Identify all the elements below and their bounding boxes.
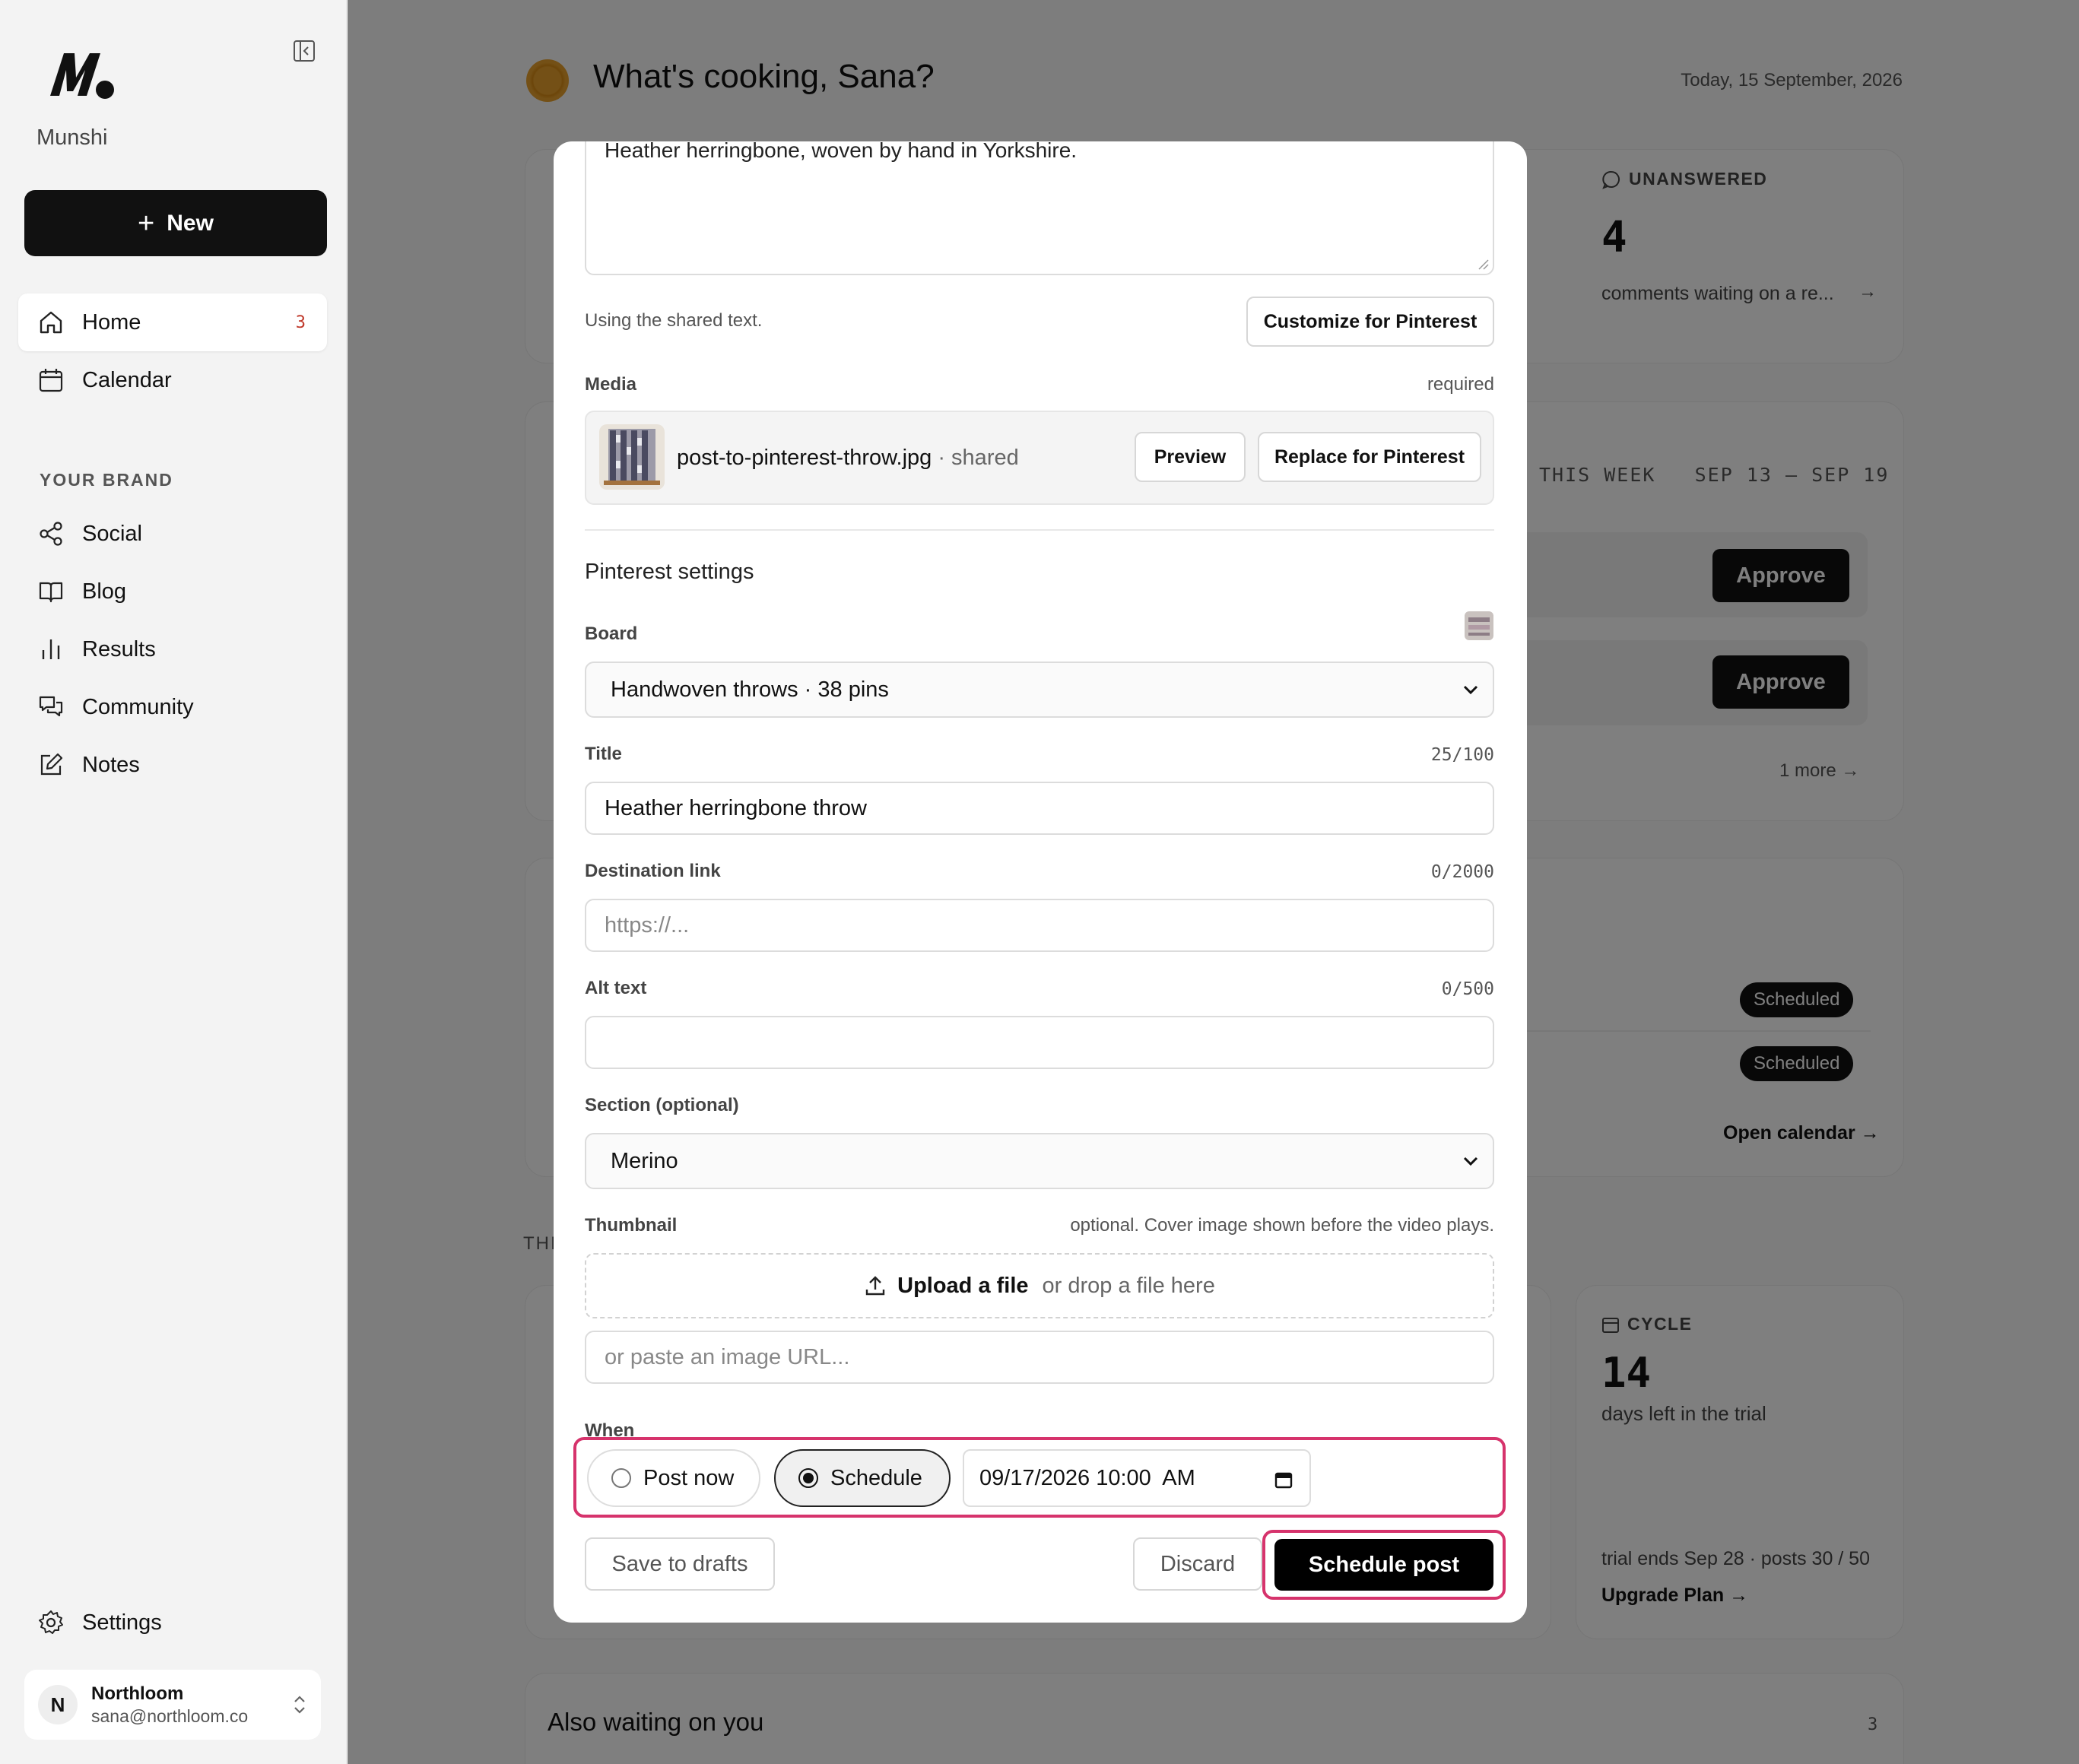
thumbnail-note: optional. Cover image shown before the v… <box>1070 1215 1494 1236</box>
sidebar-item-notes[interactable]: Notes <box>18 736 327 794</box>
sidebar-item-results[interactable]: Results <box>18 620 327 678</box>
sidebar-item-label: Social <box>82 521 142 546</box>
schedule-datetime-input[interactable]: 09/17/2026 10:00 AM <box>963 1449 1311 1507</box>
munshi-logo-icon <box>50 53 114 99</box>
avatar: N <box>38 1685 78 1724</box>
sidebar-item-calendar[interactable]: Calendar <box>18 351 327 409</box>
brand-name: Munshi <box>37 125 108 150</box>
home-icon <box>40 311 62 334</box>
board-selected-value: Handwoven throws · 38 pins <box>611 677 889 702</box>
sidebar-item-home[interactable]: Home 3 <box>18 293 327 351</box>
sidebar-item-label: Blog <box>82 579 127 604</box>
chevron-down-icon <box>1463 1156 1478 1166</box>
section-selected-value: Merino <box>611 1148 678 1173</box>
new-button-label: New <box>167 210 214 236</box>
chat-bubbles-icon <box>39 696 63 717</box>
title-input[interactable]: Heather herringbone throw <box>585 782 1494 835</box>
discard-button[interactable]: Discard <box>1133 1537 1262 1591</box>
calendar-icon <box>39 369 63 392</box>
destination-link-input[interactable]: https://... <box>585 899 1494 952</box>
sidebar-item-social[interactable]: Social <box>18 505 327 563</box>
media-label: Media <box>585 374 637 395</box>
divider <box>585 529 1494 531</box>
media-required-note: required <box>1427 374 1494 395</box>
sidebar-item-label: Calendar <box>82 367 172 392</box>
alt-text-input[interactable] <box>585 1016 1494 1069</box>
title-counter: 25/100 <box>1430 745 1494 765</box>
upload-file-link[interactable]: Upload a file <box>897 1274 1028 1299</box>
media-thumbnail <box>599 424 665 490</box>
sidebar-item-community[interactable]: Community <box>18 678 327 736</box>
share-icon <box>40 522 62 546</box>
sidebar: Munshi + New Home 3 Calendar YOUR BRAND … <box>0 0 347 1764</box>
pinterest-post-modal: Heather herringbone, woven by hand in Yo… <box>554 141 1527 1623</box>
plus-icon: + <box>138 207 155 240</box>
post-text-area[interactable]: Heather herringbone, woven by hand in Yo… <box>585 141 1494 275</box>
alt-text-label: Alt text <box>585 978 647 998</box>
media-shared-tag: · shared <box>938 446 1019 470</box>
account-switcher[interactable]: N Northloom sana@northloom.co <box>24 1670 321 1740</box>
preview-button[interactable]: Preview <box>1135 432 1246 482</box>
customize-for-pinterest-button[interactable]: Customize for Pinterest <box>1246 297 1494 347</box>
thumbnail-label: Thumbnail <box>585 1215 678 1236</box>
account-email: sana@northloom.co <box>91 1705 249 1726</box>
account-name: Northloom <box>91 1683 184 1704</box>
replace-for-pinterest-button[interactable]: Replace for Pinterest <box>1258 432 1481 482</box>
bar-chart-icon <box>42 639 60 659</box>
resize-handle-icon[interactable] <box>1478 259 1490 271</box>
upload-icon <box>865 1276 885 1296</box>
chevron-up-down-icon <box>294 1696 305 1714</box>
settings-label: Settings <box>82 1610 162 1635</box>
section-select[interactable]: Merino <box>585 1133 1494 1189</box>
edit-note-icon <box>40 753 63 776</box>
board-thumbnail-icon <box>1465 611 1493 640</box>
book-icon <box>39 582 63 603</box>
new-button[interactable]: + New <box>24 190 327 256</box>
sidebar-item-settings[interactable]: Settings <box>18 1594 327 1651</box>
post-now-radio[interactable]: Post now <box>587 1449 760 1507</box>
save-to-drafts-button[interactable]: Save to drafts <box>585 1537 775 1591</box>
destination-link-counter: 0/2000 <box>1430 862 1494 882</box>
sidebar-item-label: Community <box>82 694 194 719</box>
sidebar-collapse-icon[interactable] <box>293 40 316 62</box>
calendar-picker-icon[interactable] <box>1274 1471 1293 1489</box>
section-label-your-brand: YOUR BRAND <box>40 470 173 490</box>
home-badge: 3 <box>295 313 306 332</box>
alt-text-counter: 0/500 <box>1441 979 1494 999</box>
board-select[interactable]: Handwoven throws · 38 pins <box>585 662 1494 718</box>
sidebar-item-label: Home <box>82 309 141 335</box>
chevron-down-icon <box>1463 685 1478 695</box>
radio-unchecked-icon <box>611 1468 631 1488</box>
thumbnail-dropzone[interactable]: Upload a file or drop a file here <box>585 1253 1494 1318</box>
gear-icon <box>39 1610 63 1634</box>
radio-checked-icon <box>798 1468 818 1488</box>
schedule-post-button[interactable]: Schedule post <box>1274 1539 1493 1591</box>
board-label: Board <box>585 623 638 644</box>
post-now-label: Post now <box>643 1465 735 1490</box>
schedule-radio[interactable]: Schedule <box>774 1449 951 1507</box>
section-label: Section (optional) <box>585 1095 739 1115</box>
drop-file-hint: or drop a file here <box>1042 1273 1215 1298</box>
title-label: Title <box>585 744 622 764</box>
image-url-input[interactable]: or paste an image URL... <box>585 1331 1494 1384</box>
media-file: post-to-pinterest-throw.jpg · shared <box>677 446 1019 471</box>
datetime-value: 09/17/2026 10:00 AM <box>979 1465 1195 1490</box>
media-filename: post-to-pinterest-throw.jpg <box>677 446 932 470</box>
sidebar-item-blog[interactable]: Blog <box>18 563 327 620</box>
sidebar-item-label: Results <box>82 636 156 662</box>
shared-text-note: Using the shared text. <box>585 310 763 331</box>
schedule-label: Schedule <box>830 1465 922 1490</box>
destination-link-label: Destination link <box>585 861 721 881</box>
pinterest-settings-title: Pinterest settings <box>585 560 754 584</box>
sidebar-item-label: Notes <box>82 752 140 777</box>
